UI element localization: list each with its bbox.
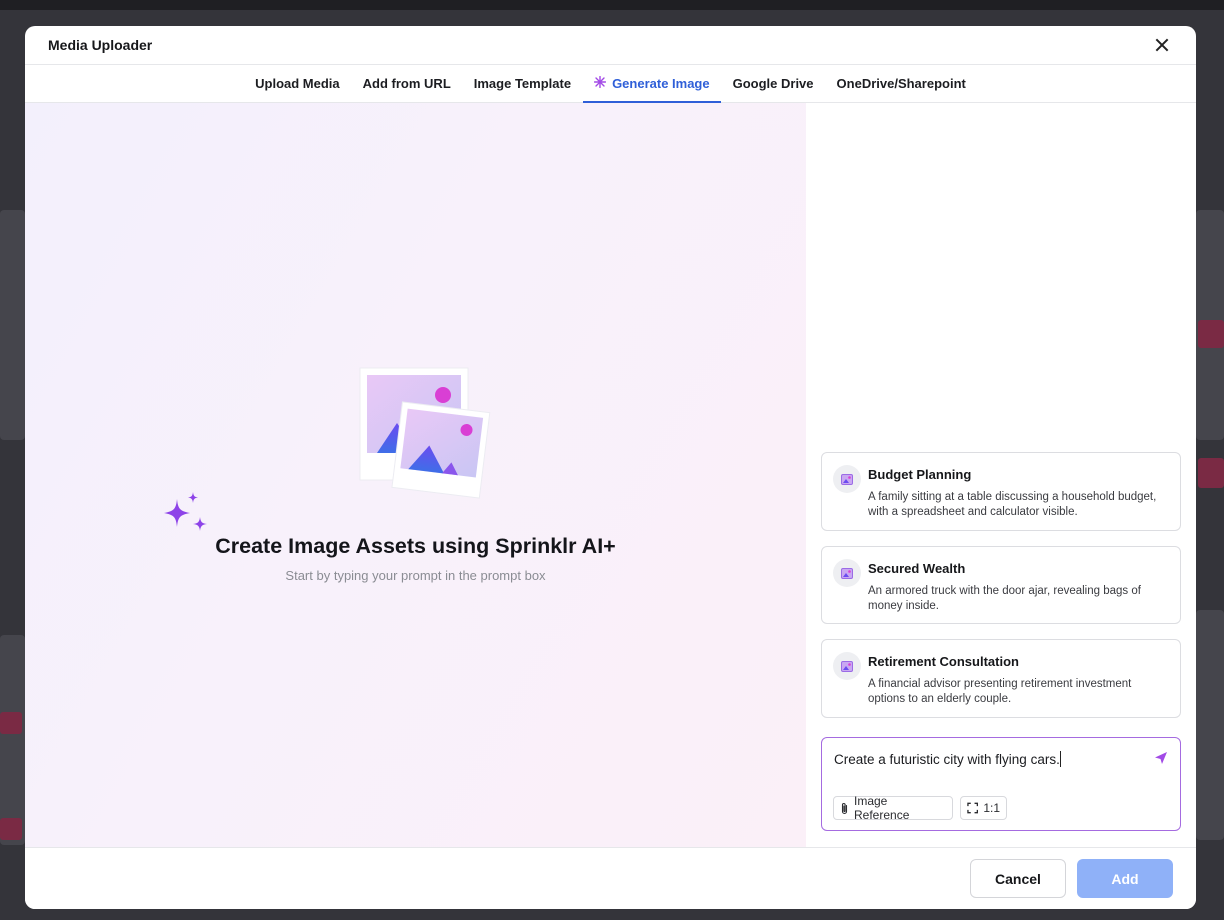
tab-label: Google Drive: [732, 76, 814, 91]
add-button[interactable]: Add: [1077, 859, 1173, 898]
background-topbar: [0, 0, 1224, 10]
suggestion-card[interactable]: Secured Wealth An armored truck with the…: [821, 546, 1181, 624]
close-icon[interactable]: [1152, 35, 1172, 55]
generate-empty-state: Create Image Assets using Sprinklr AI+ S…: [25, 103, 806, 847]
tab-add-from-url[interactable]: Add from URL: [351, 65, 462, 102]
prompt-panel: Budget Planning A family sitting at a ta…: [806, 103, 1196, 847]
text-caret: [1059, 751, 1061, 767]
image-reference-button[interactable]: Image Reference: [833, 794, 953, 822]
suggestion-description: An armored truck with the door ajar, rev…: [868, 585, 1141, 612]
suggestion-card[interactable]: Budget Planning A family sitting at a ta…: [821, 452, 1181, 531]
aspect-ratio-label: 1:1: [983, 801, 1000, 815]
tab-bar: Upload Media Add from URL Image Template…: [25, 64, 1196, 103]
hero-subtitle: Start by typing your prompt in the promp…: [285, 568, 546, 583]
tab-label: Add from URL: [362, 76, 451, 91]
suggestion-description: A financial advisor presenting retiremen…: [868, 678, 1132, 705]
paperclip-icon: [841, 802, 848, 814]
background-card: [0, 635, 25, 845]
tab-upload-media[interactable]: Upload Media: [244, 65, 352, 102]
modal-footer: Cancel Add: [25, 847, 1196, 909]
sparkles-icon: [164, 492, 207, 531]
tab-google-drive[interactable]: Google Drive: [721, 65, 825, 102]
suggestion-card[interactable]: Retirement Consultation A financial advi…: [821, 639, 1181, 718]
suggestion-description: A family sitting at a table discussing a…: [868, 491, 1157, 518]
image-icon: [833, 652, 861, 680]
aspect-ratio-button[interactable]: 1:1: [960, 796, 1007, 820]
suggestion-title: Retirement Consultation: [868, 654, 1019, 669]
tab-label: OneDrive/Sharepoint: [836, 76, 966, 91]
prompt-input[interactable]: Create a futuristic city with flying car…: [821, 737, 1181, 831]
modal-title: Media Uploader: [48, 37, 153, 53]
image-icon: [833, 465, 861, 493]
background-card: [1196, 610, 1224, 840]
suggestion-title: Budget Planning: [868, 467, 972, 482]
suggestion-title: Secured Wealth: [868, 561, 966, 576]
cancel-button[interactable]: Cancel: [970, 859, 1066, 898]
tab-label: Upload Media: [255, 76, 340, 91]
modal-body: Create Image Assets using Sprinklr AI+ S…: [25, 103, 1196, 847]
tab-onedrive-sharepoint[interactable]: OneDrive/Sharepoint: [825, 65, 977, 102]
background-badge: [1198, 320, 1224, 348]
background-badge: [0, 712, 22, 734]
tab-label: Image Template: [473, 76, 572, 91]
image-reference-label: Image Reference: [854, 794, 910, 822]
tab-label: Generate Image: [612, 76, 710, 91]
tab-generate-image[interactable]: Generate Image: [582, 65, 722, 103]
prompt-text[interactable]: Create a futuristic city with flying car…: [834, 751, 1061, 767]
sparkle-icon: [593, 75, 607, 91]
image-icon: [833, 559, 861, 587]
media-uploader-modal: Media Uploader Upload Media Add from URL…: [25, 26, 1196, 909]
tab-image-template[interactable]: Image Template: [462, 65, 582, 102]
background-badge: [1198, 458, 1224, 488]
expand-icon: [967, 802, 979, 814]
background-badge: [0, 818, 22, 840]
hero-title: Create Image Assets using Sprinklr AI+: [215, 534, 616, 558]
modal-header: Media Uploader: [25, 26, 1196, 64]
background-card: [0, 210, 25, 440]
photos-illustration: [359, 367, 491, 499]
prompt-value: Create a futuristic city with flying car…: [834, 752, 1060, 767]
send-icon[interactable]: [1154, 751, 1168, 765]
